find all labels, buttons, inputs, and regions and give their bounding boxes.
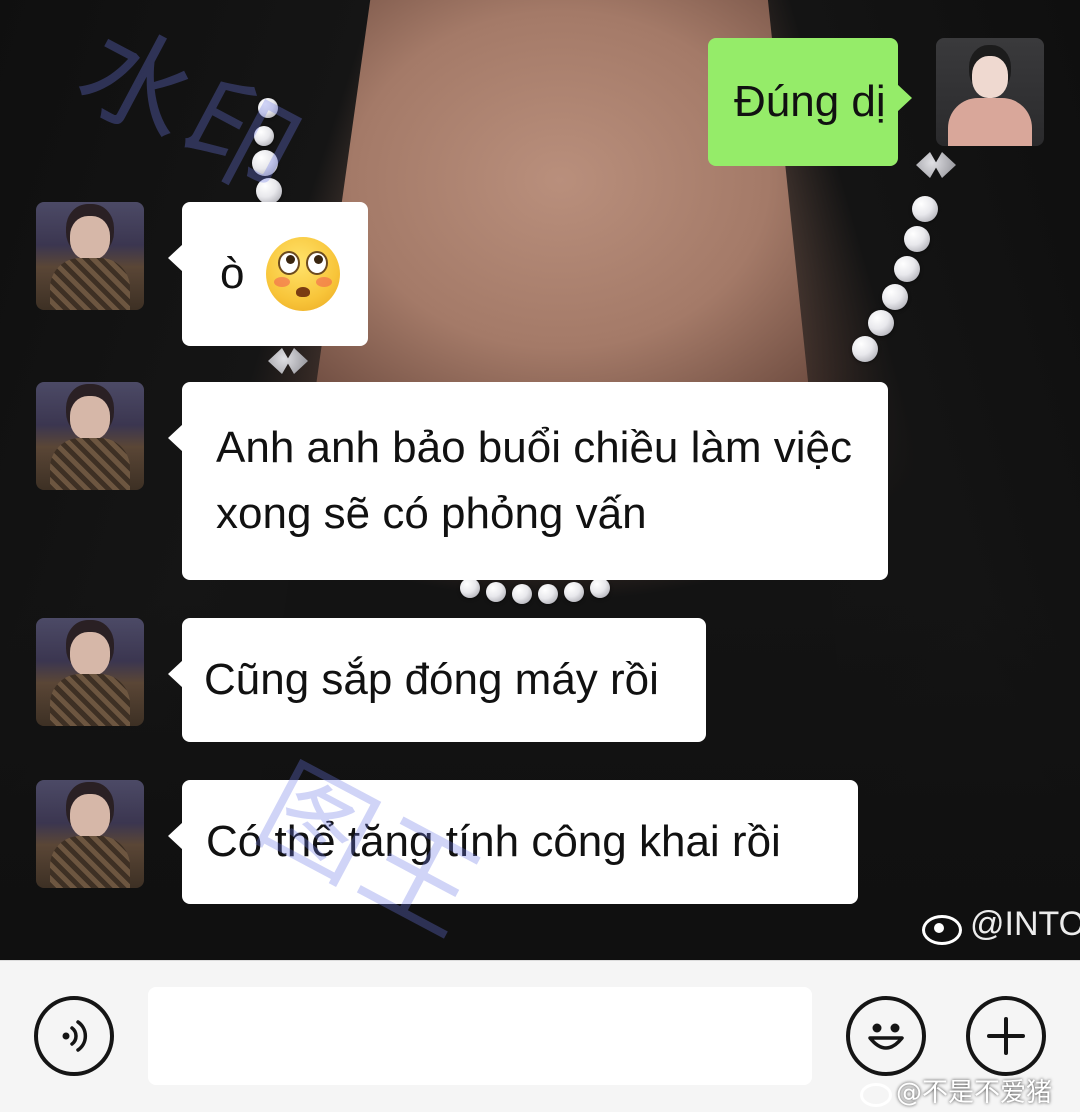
message-text-line: Anh anh bảo buổi chiều làm việc [216, 423, 852, 472]
plus-icon [987, 1017, 1025, 1055]
message-bubble-incoming[interactable]: Cũng sắp đóng máy rồi [168, 618, 706, 742]
message-bubble-incoming[interactable]: ò [168, 202, 368, 346]
message-bubble-incoming[interactable]: Anh anh bảo buổi chiều làm việc xong sẽ … [168, 382, 888, 580]
message-text-line: xong sẽ có phỏng vấn [216, 489, 647, 538]
message-text: Cũng sắp đóng máy rồi [204, 655, 659, 704]
message-text: Đúng dị [734, 77, 886, 126]
message-input[interactable] [148, 987, 812, 1085]
footer-watermark: @不是不爱猪 [858, 1072, 1052, 1109]
weibo-logo-icon [920, 909, 964, 945]
weibo-logo-icon [858, 1079, 892, 1107]
message-text: Có thể tăng tính công khai rồi [206, 817, 781, 866]
smiley-icon [868, 1023, 904, 1050]
image-watermark: @INTO [920, 905, 1080, 945]
more-button[interactable] [966, 996, 1046, 1076]
message-bubble-outgoing[interactable]: Đúng dị [708, 38, 912, 166]
emoji-button[interactable] [846, 996, 926, 1076]
contact-avatar[interactable] [36, 382, 144, 490]
footer-watermark-text: @不是不爱猪 [896, 1078, 1053, 1108]
message-text: ò [220, 249, 245, 298]
image-watermark-text: @INTO [970, 905, 1080, 943]
message-bubble-incoming[interactable]: Có thể tăng tính công khai rồi [168, 780, 858, 904]
voice-button[interactable] [34, 996, 114, 1076]
contact-avatar[interactable] [36, 780, 144, 888]
contact-avatar[interactable] [36, 618, 144, 726]
my-avatar[interactable] [936, 38, 1044, 146]
flushed-face-emoji [266, 237, 341, 311]
voice-icon [62, 1020, 88, 1052]
contact-avatar[interactable] [36, 202, 144, 310]
